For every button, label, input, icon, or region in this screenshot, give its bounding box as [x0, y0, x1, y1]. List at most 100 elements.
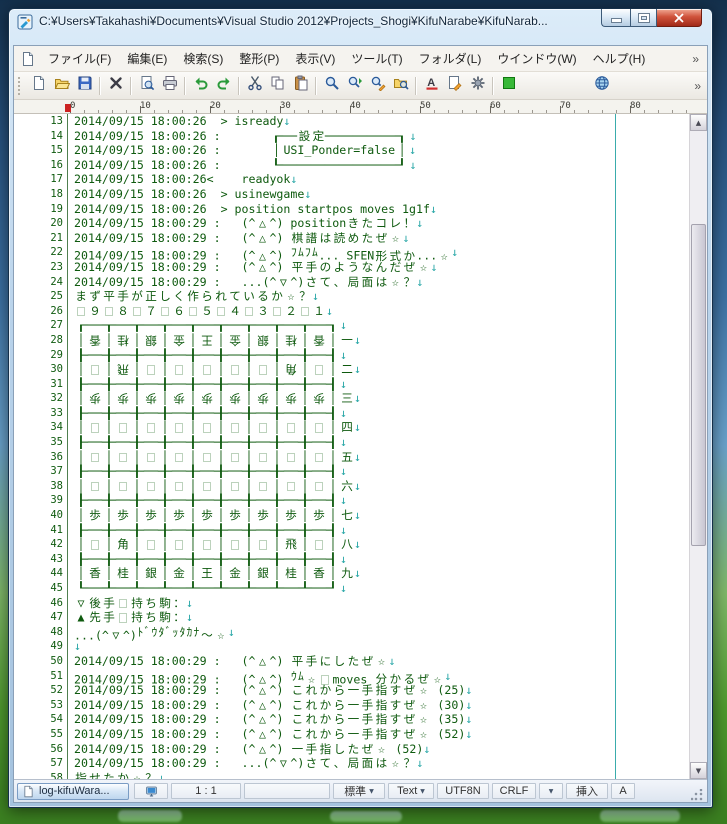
- line-text[interactable]: 2014/09/15 18:00:29 : (^ △ ^) 棋譜は読めたぜ ☆: [74, 231, 402, 246]
- new-file-button[interactable]: [27, 75, 50, 97]
- line-text[interactable]: 2014/09/15 18:00:29 : (^ △ ^) これから一手指すぜ ☆ (…: [74, 698, 465, 713]
- log-line[interactable]: 19 2014/09/15 18:00:26 > position startpo…: [14, 201, 690, 217]
- line-text[interactable]: 2014/09/15 18:00:29 : ...(^ ▽ ^)さて、局面は ☆？: [74, 756, 416, 771]
- log-line[interactable]: 57 2014/09/15 18:00:29 : ...(^ ▽ ^)さて、局面は ☆？…: [14, 756, 690, 771]
- line-text[interactable]: 2014/09/15 18:00:29 : (^ △ ^) 一手指したぜ ☆ (52): [74, 742, 423, 757]
- log-line[interactable]: 41 ├─┼─┼─┼─┼─┼─┼─┼─┼─┤ ↓: [14, 522, 690, 538]
- line-text[interactable]: │ 香 │ 桂 │ 銀 │ 金 │ 王 │ 金 │ 銀 │ 桂 │ 香 │ 九: [74, 566, 354, 581]
- menu-item-search[interactable]: 検索(S): [175, 47, 231, 70]
- print-button[interactable]: [158, 75, 181, 97]
- menu-item-edit[interactable]: 編集(E): [119, 47, 175, 70]
- log-line[interactable]: 58 指せたか ☆？ ↓: [14, 770, 690, 779]
- log-line[interactable]: 36 │ │ │ │ │ │ │ │ │ │ 五 ↓: [14, 449, 690, 465]
- line-text[interactable]: │ │ │ │ │ │ │ │ │ │ 五: [74, 450, 354, 465]
- line-text[interactable]: ├─┼─┼─┼─┼─┼─┼─┼─┼─┤: [74, 464, 340, 479]
- line-text[interactable]: │ 香 │ 桂 │ 銀 │ 金 │ 王 │ 金 │ 銀 │ 桂 │ 香 │ 一: [74, 333, 354, 348]
- log-line[interactable]: 20 2014/09/15 18:00:29 : (^ △ ^) positionきた…: [14, 216, 690, 231]
- menu-item-tool[interactable]: ツール(T): [343, 47, 410, 70]
- log-line[interactable]: 42 │ │ 角 │ │ │ │ │ │ 飛 │ │ 八 ↓: [14, 537, 690, 552]
- line-text[interactable]: ├─┼─┼─┼─┼─┼─┼─┼─┼─┤: [74, 406, 340, 421]
- log-line[interactable]: 29 ├─┼─┼─┼─┼─┼─┼─┼─┼─┤ ↓: [14, 347, 690, 363]
- print-preview-button[interactable]: [135, 75, 158, 97]
- line-text[interactable]: ▲ 先手 持ち駒：: [74, 610, 186, 625]
- scrollbar-thumb[interactable]: [691, 224, 706, 546]
- line-text[interactable]: │ │ │ │ │ │ │ │ │ │ 六: [74, 479, 354, 494]
- log-line[interactable]: 50 2014/09/15 18:00:29 : (^ △ ^) 平手にしたぜ ☆ ↓: [14, 653, 690, 669]
- log-line[interactable]: 53 2014/09/15 18:00:29 : (^ △ ^) これから一手指すぜ ☆…: [14, 697, 690, 713]
- redo-button[interactable]: [212, 75, 235, 97]
- copy-button[interactable]: [266, 75, 289, 97]
- line-text[interactable]: │ │ │ │ │ │ │ │ │ │ 四: [74, 420, 354, 435]
- line-text[interactable]: 2014/09/15 18:00:29 : (^ △ ^) これから一手指すぜ ☆ (…: [74, 727, 465, 742]
- line-text[interactable]: │ │ 角 │ │ │ │ │ │ 飛 │ │ 八: [74, 537, 354, 552]
- log-line[interactable]: 55 2014/09/15 18:00:29 : (^ △ ^) これから一手指すぜ ☆…: [14, 726, 690, 742]
- type-settings-button[interactable]: [443, 75, 466, 97]
- line-text[interactable]: 2014/09/15 18:00:29 : (^ △ ^) 平手のようなんだぜ ☆: [74, 260, 430, 275]
- cut-button[interactable]: [243, 75, 266, 97]
- line-text[interactable]: ├─┼─┼─┼─┼─┼─┼─┼─┼─┤: [74, 377, 340, 392]
- log-line[interactable]: 35 ├─┼─┼─┼─┼─┼─┼─┼─┼─┤ ↓: [14, 435, 690, 450]
- log-line[interactable]: 17 2014/09/15 18:00:26< readyok ↓: [14, 172, 690, 187]
- log-line[interactable]: 38 │ │ │ │ │ │ │ │ │ │ 六 ↓: [14, 478, 690, 494]
- line-text[interactable]: 2014/09/15 18:00:29 : ...(^ ▽ ^)さて、局面は ☆？: [74, 275, 416, 290]
- line-text[interactable]: ├─┼─┼─┼─┼─┼─┼─┼─┼─┤: [74, 435, 340, 450]
- line-text[interactable]: 指せたか ☆？: [74, 771, 158, 779]
- line-text[interactable]: 2014/09/15 18:00:26 : ┌─設 定─────┐: [74, 129, 409, 144]
- log-line[interactable]: 54 2014/09/15 18:00:29 : (^ △ ^) これから一手指すぜ ☆…: [14, 712, 690, 727]
- line-text[interactable]: ┌─┬─┬─┬─┬─┬─┬─┬─┬─┐: [74, 318, 340, 333]
- log-line[interactable]: 18 2014/09/15 18:00:26 > usinewgame ↓: [14, 186, 690, 202]
- line-text[interactable]: 2014/09/15 18:00:29 : (^ △ ^) positionきたコレ…: [74, 216, 416, 231]
- log-line[interactable]: 45 └─┴─┴─┴─┴─┴─┴─┴─┴─┘ ↓: [14, 581, 690, 596]
- line-text[interactable]: │ 歩 │ 歩 │ 歩 │ 歩 │ 歩 │ 歩 │ 歩 │ 歩 │ 歩 │ 三: [74, 391, 354, 406]
- log-line[interactable]: 27 ┌─┬─┬─┬─┬─┬─┬─┬─┬─┐ ↓: [14, 318, 690, 333]
- find-button[interactable]: [320, 75, 343, 97]
- log-line[interactable]: 32 │ 歩 │ 歩 │ 歩 │ 歩 │ 歩 │ 歩 │ 歩 │ 歩 │ 歩 │ 三 ↓: [14, 391, 690, 406]
- log-line[interactable]: 56 2014/09/15 18:00:29 : (^ △ ^) 一手指したぜ ☆ (5…: [14, 741, 690, 757]
- titlebar[interactable]: C:¥Users¥Takahashi¥Documents¥Visual Stud…: [13, 9, 708, 45]
- status-quick-select[interactable]: ▼: [539, 783, 563, 799]
- maximize-button[interactable]: [630, 9, 657, 27]
- line-text[interactable]: ├─┼─┼─┼─┼─┼─┼─┼─┼─┤: [74, 523, 340, 538]
- save-button[interactable]: [73, 75, 96, 97]
- menu-item-format[interactable]: 整形(P): [231, 47, 287, 70]
- line-text[interactable]: 2014/09/15 18:00:29 : (^ △ ^) これから一手指すぜ ☆ (…: [74, 712, 465, 727]
- line-text[interactable]: 2014/09/15 18:00:26 > isready: [74, 114, 283, 129]
- line-text[interactable]: 2014/09/15 18:00:29 : (^ △ ^) ﾌﾑﾌﾑ... SFEN…: [74, 245, 451, 263]
- log-line[interactable]: 13 2014/09/15 18:00:26 > isready ↓: [14, 114, 690, 129]
- status-encoding[interactable]: UTF8N: [437, 783, 489, 799]
- open-file-button[interactable]: [50, 75, 73, 97]
- log-line[interactable]: 21 2014/09/15 18:00:29 : (^ △ ^) 棋譜は読めたぜ ☆ ↓: [14, 230, 690, 246]
- grep-button[interactable]: [389, 75, 412, 97]
- line-text[interactable]: │ 歩 │ 歩 │ 歩 │ 歩 │ 歩 │ 歩 │ 歩 │ 歩 │ 歩 │ 七: [74, 508, 354, 523]
- menu-item-help[interactable]: ヘルプ(H): [585, 47, 654, 70]
- box-select-button[interactable]: [497, 75, 520, 97]
- log-line[interactable]: 30 │ │ 飛 │ │ │ │ │ │ 角 │ │ 二 ↓: [14, 362, 690, 377]
- scrollbar-up-button[interactable]: ▲: [690, 114, 707, 131]
- line-text[interactable]: └─┴─┴─┴─┴─┴─┴─┴─┴─┘: [74, 581, 340, 596]
- find-next-button[interactable]: [343, 75, 366, 97]
- common-settings-button[interactable]: [466, 75, 489, 97]
- line-text[interactable]: 2014/09/15 18:00:29 : (^ △ ^) これから一手指すぜ ☆ (…: [74, 683, 465, 698]
- log-line[interactable]: 22 2014/09/15 18:00:29 : (^ △ ^) ﾌﾑﾌﾑ... SF…: [14, 245, 690, 263]
- text-area[interactable]: 13 2014/09/15 18:00:26 > isready ↓ 14 2014/0…: [14, 114, 707, 779]
- line-text[interactable]: ...(^ ▽ ^)ﾄﾞｳﾀﾞｯﾀｶﾅ～ ☆: [74, 625, 228, 643]
- log-line[interactable]: 40 │ 歩 │ 歩 │ 歩 │ 歩 │ 歩 │ 歩 │ 歩 │ 歩 │ 歩 │ 七 ↓: [14, 508, 690, 523]
- scrollbar-down-button[interactable]: ▼: [690, 762, 707, 779]
- log-line[interactable]: 24 2014/09/15 18:00:29 : ...(^ ▽ ^)さて、局面は ☆？…: [14, 274, 690, 290]
- line-text[interactable]: ├─┼─┼─┼─┼─┼─┼─┼─┼─┤: [74, 348, 340, 363]
- menu-item-folder[interactable]: フォルダ(L): [411, 47, 490, 70]
- status-line-ending[interactable]: CRLF: [492, 783, 536, 799]
- browser-button[interactable]: [590, 75, 613, 97]
- line-text[interactable]: ├─┼─┼─┼─┼─┼─┼─┼─┼─┤: [74, 493, 340, 508]
- line-text[interactable]: 2014/09/15 18:00:26 : └────────┘: [74, 158, 409, 173]
- log-line[interactable]: 47 ▲ 先手 持ち駒： ↓: [14, 610, 690, 625]
- line-text[interactable]: 2014/09/15 18:00:29 : (^ △ ^) 平手にしたぜ ☆: [74, 654, 388, 669]
- line-text[interactable]: まず平手が正しく作られているか ☆？: [74, 289, 312, 304]
- log-line[interactable]: 31 ├─┼─┼─┼─┼─┼─┼─┼─┼─┤ ↓: [14, 376, 690, 392]
- menu-overflow-chevron[interactable]: »: [688, 52, 703, 66]
- line-text[interactable]: 2014/09/15 18:00:26 > position startpos …: [74, 202, 430, 217]
- log-line[interactable]: 25 まず平手が正しく作られているか ☆？ ↓: [14, 289, 690, 304]
- status-insert-mode[interactable]: 挿入: [566, 783, 608, 799]
- line-text[interactable]: ▽ 後手 持ち駒：: [74, 596, 186, 611]
- log-line[interactable]: 48 ...(^ ▽ ^)ﾄﾞｳﾀﾞｯﾀｶﾅ～ ☆ ↓: [14, 624, 690, 643]
